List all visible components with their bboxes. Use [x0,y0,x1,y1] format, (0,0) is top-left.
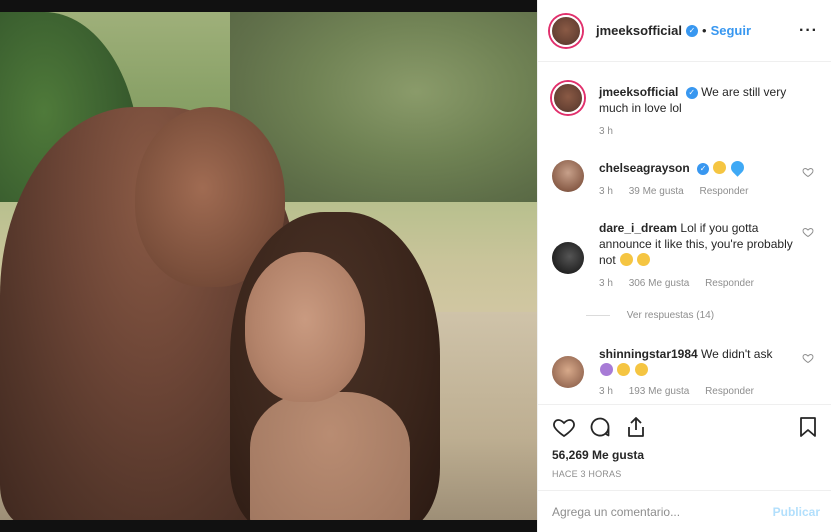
comment-username[interactable]: shinningstar1984 [599,347,698,361]
view-replies-button[interactable]: Ver respuestas (14) [627,310,714,321]
post-media [0,0,537,532]
caption-item: jmeeksofficial ✓ We are still very much … [552,82,822,142]
comment-item: dare_i_dream Lol if you gotta announce i… [552,220,822,330]
raised-hands-emoji [713,161,727,174]
caption-time[interactable]: 3 h [599,126,613,137]
comment-likes[interactable]: 306 Me gusta [629,278,690,289]
follow-button[interactable]: Seguir [711,23,751,38]
post-timestamp[interactable]: HACE 3 HORAS [552,469,621,479]
blue-heart-emoji [728,158,747,177]
like-comment-heart-icon[interactable] [802,226,814,238]
photo-woman-body [250,392,410,520]
woman-shrugging-emoji [600,363,613,376]
comment-body: dare_i_dream Lol if you gotta announce i… [586,220,804,324]
author-username[interactable]: jmeeksofficial [596,23,682,38]
comment-time[interactable]: 3 h [599,186,613,197]
verified-badge-icon: ✓ [686,24,698,37]
verified-badge-icon: ✓ [697,162,710,175]
likes-count[interactable]: 56,269 Me gusta [552,448,644,462]
post-photo[interactable] [0,12,537,520]
like-comment-heart-icon[interactable] [802,352,814,364]
grinning-sweat-emoji [620,253,634,266]
instagram-post-modal: jmeeksofficial ✓ • Seguir ··· jmeeksoffi… [0,0,831,532]
rofl-emoji [634,363,648,376]
publish-button[interactable]: Publicar [773,505,820,519]
comments-list[interactable]: jmeeksofficial ✓ We are still very much … [538,62,831,404]
save-bookmark-icon[interactable] [796,415,820,439]
caption-avatar[interactable] [552,82,584,114]
comment-time[interactable]: 3 h [599,386,613,397]
like-heart-icon[interactable] [552,415,576,439]
commenter-avatar[interactable] [552,242,584,274]
comment-time[interactable]: 3 h [599,278,613,289]
author-avatar[interactable] [550,14,582,47]
comment-item: chelseagrayson ✓ 3 h 39 Me gusta Respond… [552,158,822,210]
caption-meta: 3 h [599,124,804,140]
more-options-icon[interactable]: ··· [799,22,818,40]
comment-meta: 3 h 193 Me gusta Responder [599,384,804,400]
post-sidebar: jmeeksofficial ✓ • Seguir ··· jmeeksoffi… [537,0,831,532]
share-icon[interactable] [624,415,648,439]
comment-bubble-icon[interactable] [588,415,612,439]
reply-button[interactable]: Responder [700,186,749,197]
comment-item: shinningstar1984 We didn't ask 3 h 193 M… [552,346,822,404]
comment-username[interactable]: chelseagrayson [599,161,690,175]
verified-badge-icon: ✓ [685,86,698,99]
grinning-sweat-emoji [637,253,651,266]
photo-woman-face [245,252,365,402]
caption-username[interactable]: jmeeksofficial [599,85,678,99]
comment-username[interactable]: dare_i_dream [599,221,677,235]
view-replies-row[interactable]: Ver respuestas (14) [586,308,804,324]
add-comment-bar: Publicar [538,490,831,532]
crying-emoji [617,363,631,376]
header-separator: • [702,23,707,38]
comment-body: shinningstar1984 We didn't ask 3 h 193 M… [599,346,804,400]
reply-button[interactable]: Responder [705,278,754,289]
comment-body: chelseagrayson ✓ 3 h 39 Me gusta Respond… [599,158,804,200]
post-header: jmeeksofficial ✓ • Seguir ··· [538,0,831,62]
like-comment-heart-icon[interactable] [802,166,814,178]
post-actions: 56,269 Me gusta HACE 3 HORAS [538,404,831,484]
view-replies-line [586,314,610,316]
caption-body: jmeeksofficial ✓ We are still very much … [599,84,804,140]
comment-meta: 3 h 39 Me gusta Responder [599,184,804,200]
commenter-avatar[interactable] [552,160,584,192]
comment-likes[interactable]: 39 Me gusta [629,186,684,197]
comment-input[interactable] [552,504,773,519]
comment-meta: 3 h 306 Me gusta Responder [599,276,804,292]
comment-likes[interactable]: 193 Me gusta [629,386,690,397]
commenter-avatar[interactable] [552,356,584,388]
reply-button[interactable]: Responder [705,386,754,397]
comment-text: We didn't ask [701,347,773,361]
